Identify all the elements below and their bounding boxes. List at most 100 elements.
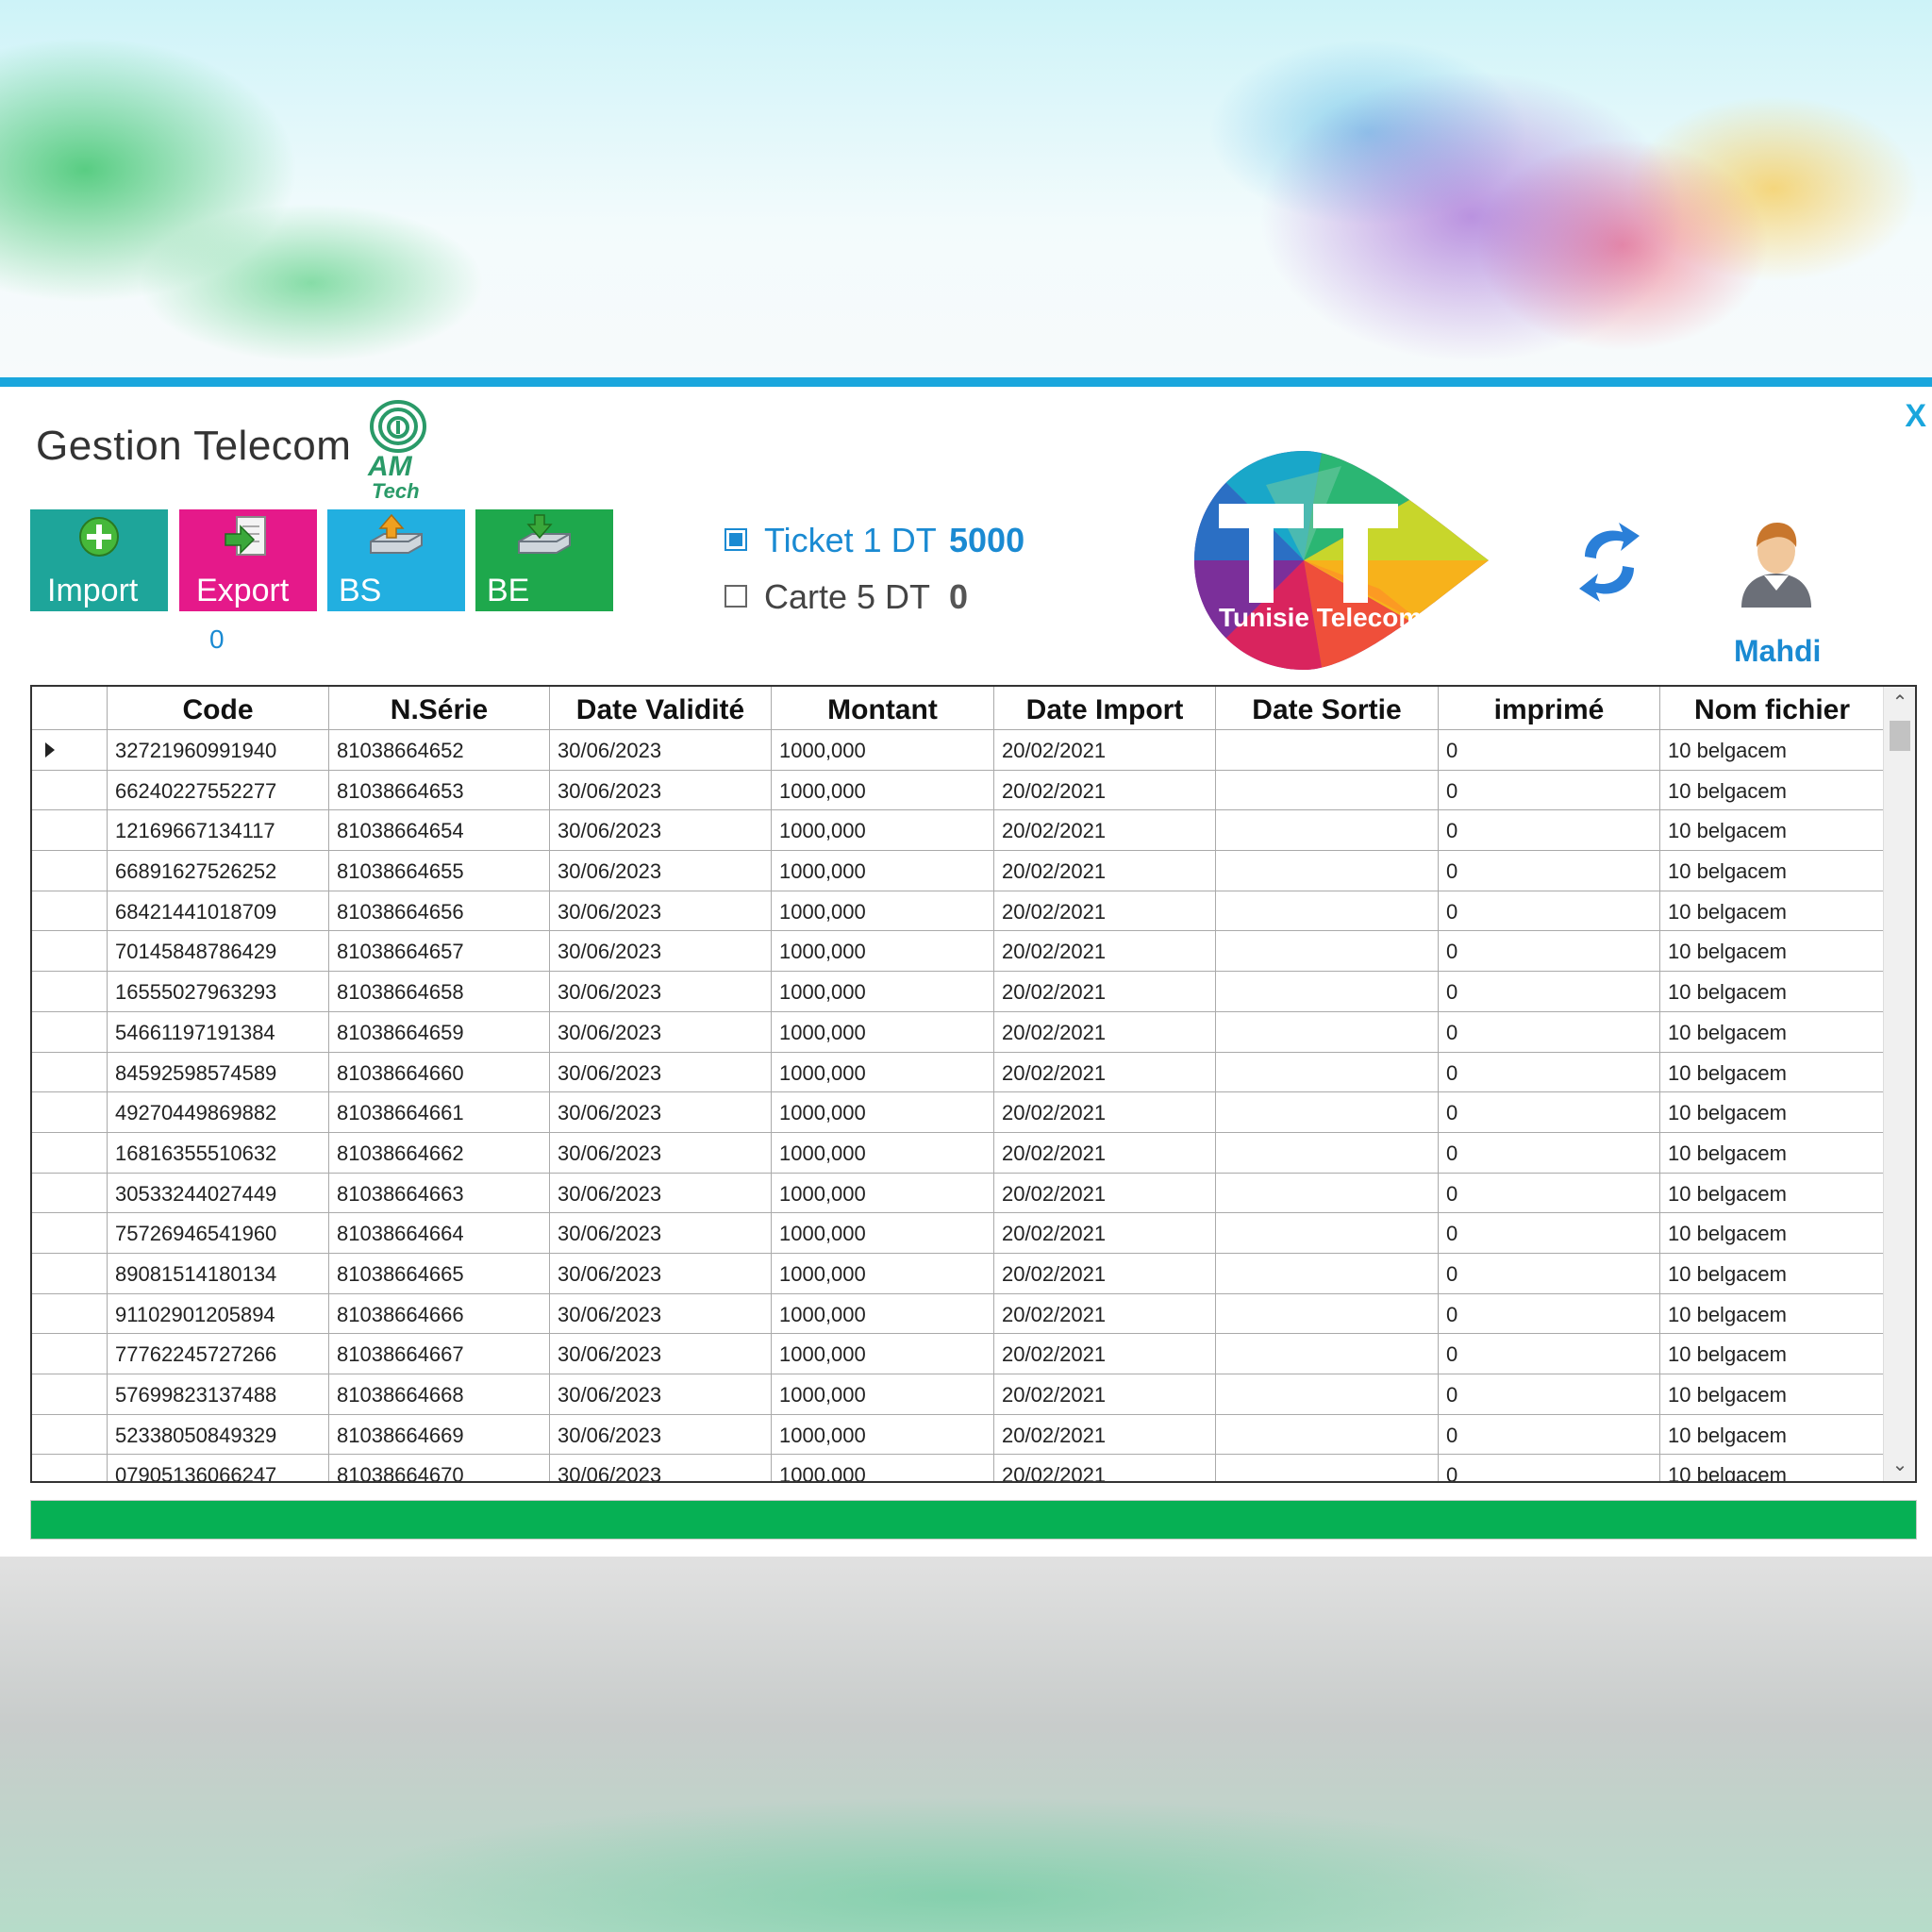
table-cell[interactable]: 1000,000 bbox=[772, 1253, 994, 1294]
table-cell[interactable]: 0 bbox=[1439, 1132, 1660, 1174]
table-cell[interactable]: 84592598574589 bbox=[108, 1052, 329, 1093]
table-cell[interactable]: 20/02/2021 bbox=[994, 1052, 1216, 1093]
table-cell[interactable] bbox=[1216, 1132, 1439, 1174]
table-cell[interactable]: 10 belgacem bbox=[1660, 1253, 1885, 1294]
table-cell[interactable]: 20/02/2021 bbox=[994, 1414, 1216, 1456]
table-row[interactable]: 12169667134117 81038664654 30/06/2023 1000,… bbox=[32, 810, 1885, 852]
table-cell[interactable]: 0 bbox=[1439, 810, 1660, 852]
table-row[interactable]: 07905136066247 81038664670 30/06/2023 1000,… bbox=[32, 1455, 1885, 1481]
import-button[interactable]: Import bbox=[30, 509, 168, 611]
table-cell[interactable]: 20/02/2021 bbox=[994, 770, 1216, 811]
table-cell[interactable]: 0 bbox=[1439, 1414, 1660, 1456]
table-row[interactable]: 68421441018709 81038664656 30/06/2023 1000,… bbox=[32, 891, 1885, 932]
table-cell[interactable]: 1000,000 bbox=[772, 1455, 994, 1481]
table-cell[interactable]: 30/06/2023 bbox=[550, 931, 772, 973]
scroll-thumb[interactable] bbox=[1890, 721, 1910, 751]
table-cell[interactable]: 1000,000 bbox=[772, 891, 994, 932]
table-cell[interactable]: 81038664655 bbox=[329, 851, 550, 891]
table-cell[interactable]: 20/02/2021 bbox=[994, 972, 1216, 1012]
table-cell[interactable]: 49270449869882 bbox=[108, 1092, 329, 1133]
table-cell[interactable]: 81038664653 bbox=[329, 770, 550, 811]
refresh-icon[interactable] bbox=[1572, 517, 1647, 608]
table-cell[interactable]: 1000,000 bbox=[772, 972, 994, 1012]
table-cell[interactable]: 0 bbox=[1439, 1455, 1660, 1481]
row-selector[interactable] bbox=[32, 1374, 108, 1415]
table-row[interactable]: 66891627526252 81038664655 30/06/2023 1000,… bbox=[32, 851, 1885, 891]
row-selector[interactable] bbox=[32, 1293, 108, 1335]
table-cell[interactable] bbox=[1216, 1092, 1439, 1133]
table-cell[interactable]: 0 bbox=[1439, 730, 1660, 771]
table-cell[interactable]: 30/06/2023 bbox=[550, 1253, 772, 1294]
table-cell[interactable]: 10 belgacem bbox=[1660, 931, 1885, 973]
table-cell[interactable]: 1000,000 bbox=[772, 770, 994, 811]
table-cell[interactable] bbox=[1216, 1173, 1439, 1214]
table-cell[interactable] bbox=[1216, 730, 1439, 771]
table-row[interactable]: 57699823137488 81038664668 30/06/2023 1000,… bbox=[32, 1374, 1885, 1415]
table-row[interactable]: 84592598574589 81038664660 30/06/2023 1000,… bbox=[32, 1052, 1885, 1093]
table-cell[interactable]: 0 bbox=[1439, 1092, 1660, 1133]
table-row[interactable]: 16816355510632 81038664662 30/06/2023 1000,… bbox=[32, 1132, 1885, 1174]
table-cell[interactable]: 1000,000 bbox=[772, 810, 994, 852]
table-cell[interactable]: 20/02/2021 bbox=[994, 1374, 1216, 1415]
table-cell[interactable]: 20/02/2021 bbox=[994, 1011, 1216, 1053]
column-header[interactable]: imprimé bbox=[1439, 687, 1660, 730]
table-cell[interactable] bbox=[1216, 1455, 1439, 1481]
table-row[interactable]: 32721960991940 81038664652 30/06/2023 1000,… bbox=[32, 730, 1885, 771]
table-cell[interactable]: 10 belgacem bbox=[1660, 851, 1885, 891]
table-cell[interactable]: 30533244027449 bbox=[108, 1173, 329, 1214]
table-cell[interactable]: 81038664664 bbox=[329, 1213, 550, 1254]
row-selector[interactable] bbox=[32, 730, 108, 771]
table-cell[interactable] bbox=[1216, 1293, 1439, 1335]
table-cell[interactable]: 1000,000 bbox=[772, 1173, 994, 1214]
table-cell[interactable]: 0 bbox=[1439, 1253, 1660, 1294]
table-cell[interactable] bbox=[1216, 1213, 1439, 1254]
table-row[interactable]: 16555027963293 81038664658 30/06/2023 1000,… bbox=[32, 972, 1885, 1012]
table-cell[interactable]: 0 bbox=[1439, 1052, 1660, 1093]
table-row[interactable]: 89081514180134 81038664665 30/06/2023 1000,… bbox=[32, 1253, 1885, 1294]
table-cell[interactable]: 30/06/2023 bbox=[550, 810, 772, 852]
table-cell[interactable]: 54661197191384 bbox=[108, 1011, 329, 1053]
row-selector[interactable] bbox=[32, 972, 108, 1012]
ticket-checkbox[interactable] bbox=[724, 528, 747, 551]
table-row[interactable]: 30533244027449 81038664663 30/06/2023 1000,… bbox=[32, 1173, 1885, 1214]
table-cell[interactable]: 77762245727266 bbox=[108, 1334, 329, 1374]
table-cell[interactable]: 10 belgacem bbox=[1660, 972, 1885, 1012]
table-cell[interactable]: 81038664661 bbox=[329, 1092, 550, 1133]
table-cell[interactable]: 1000,000 bbox=[772, 1293, 994, 1335]
table-cell[interactable]: 1000,000 bbox=[772, 1334, 994, 1374]
table-cell[interactable]: 20/02/2021 bbox=[994, 1253, 1216, 1294]
row-selector[interactable] bbox=[32, 891, 108, 932]
table-cell[interactable]: 10 belgacem bbox=[1660, 1334, 1885, 1374]
table-cell[interactable]: 0 bbox=[1439, 931, 1660, 973]
table-row[interactable]: 77762245727266 81038664667 30/06/2023 1000,… bbox=[32, 1334, 1885, 1374]
table-cell[interactable]: 30/06/2023 bbox=[550, 1011, 772, 1053]
table-cell[interactable]: 10 belgacem bbox=[1660, 1213, 1885, 1254]
bs-button[interactable]: BS bbox=[327, 509, 465, 611]
table-row[interactable]: 54661197191384 81038664659 30/06/2023 1000,… bbox=[32, 1011, 1885, 1053]
table-cell[interactable]: 81038664652 bbox=[329, 730, 550, 771]
table-cell[interactable]: 10 belgacem bbox=[1660, 891, 1885, 932]
table-cell[interactable]: 81038664654 bbox=[329, 810, 550, 852]
table-cell[interactable]: 20/02/2021 bbox=[994, 1213, 1216, 1254]
row-selector[interactable] bbox=[32, 851, 108, 891]
table-cell[interactable]: 30/06/2023 bbox=[550, 1132, 772, 1174]
table-cell[interactable]: 81038664670 bbox=[329, 1455, 550, 1481]
table-cell[interactable]: 81038664656 bbox=[329, 891, 550, 932]
table-cell[interactable]: 30/06/2023 bbox=[550, 1173, 772, 1214]
table-cell[interactable]: 20/02/2021 bbox=[994, 1334, 1216, 1374]
table-cell[interactable]: 1000,000 bbox=[772, 931, 994, 973]
row-selector[interactable] bbox=[32, 1052, 108, 1093]
table-cell[interactable]: 81038664665 bbox=[329, 1253, 550, 1294]
table-cell[interactable]: 0 bbox=[1439, 1374, 1660, 1415]
table-row[interactable]: 91102901205894 81038664666 30/06/2023 1000,… bbox=[32, 1293, 1885, 1335]
table-cell[interactable]: 81038664663 bbox=[329, 1173, 550, 1214]
table-cell[interactable]: 81038664667 bbox=[329, 1334, 550, 1374]
export-button[interactable]: Export bbox=[179, 509, 317, 611]
row-selector[interactable] bbox=[32, 1334, 108, 1374]
table-cell[interactable]: 81038664666 bbox=[329, 1293, 550, 1335]
table-cell[interactable]: 10 belgacem bbox=[1660, 770, 1885, 811]
table-cell[interactable]: 20/02/2021 bbox=[994, 931, 1216, 973]
carte-checkbox[interactable] bbox=[724, 585, 747, 608]
table-cell[interactable]: 30/06/2023 bbox=[550, 770, 772, 811]
table-cell[interactable]: 10 belgacem bbox=[1660, 1011, 1885, 1053]
